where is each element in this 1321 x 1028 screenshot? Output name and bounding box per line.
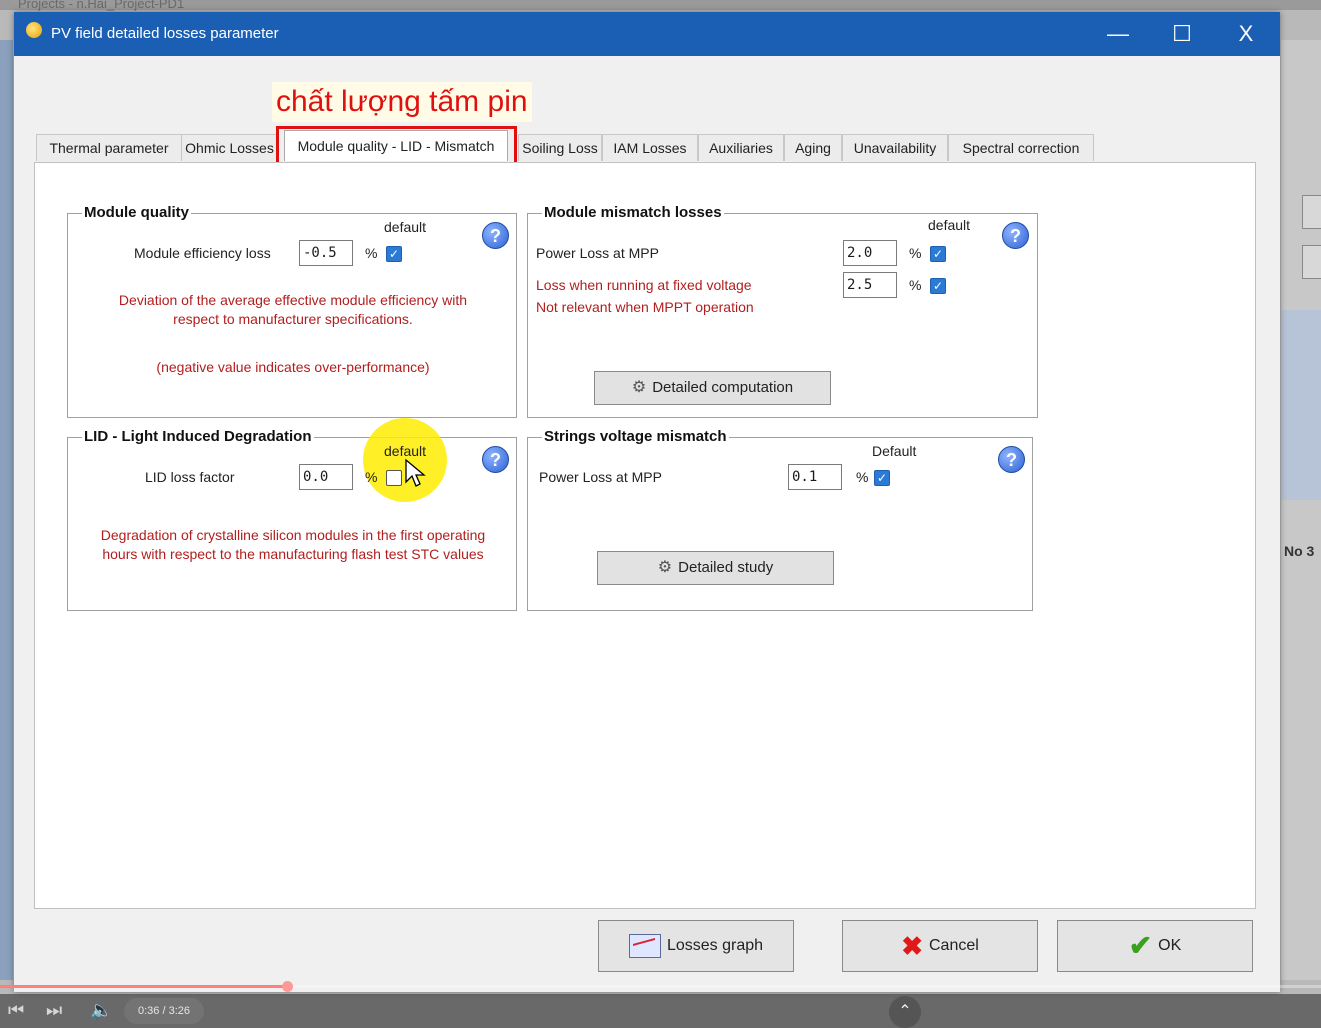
- module-mismatch-group: Module mismatch losses default ? Power L…: [527, 204, 1038, 418]
- background-right-box: [1281, 310, 1321, 500]
- background-left-strip: [0, 40, 13, 980]
- string-power-loss-input[interactable]: 0.1: [788, 464, 842, 490]
- cancel-label: Cancel: [928, 937, 979, 955]
- lid-title: LID - Light Induced Degradation: [82, 428, 314, 445]
- lid-note-line1: Degradation of crystalline silicon modul…: [100, 527, 486, 543]
- tab-ohmic-losses[interactable]: Ohmic Losses: [181, 134, 278, 161]
- graph-icon: [628, 933, 661, 958]
- efficiency-note: Deviation of the average effective modul…: [78, 291, 508, 329]
- check-icon: ✔: [1128, 930, 1153, 961]
- default-checkbox[interactable]: ✓: [874, 470, 890, 486]
- percent-label: %: [365, 245, 378, 261]
- video-time: 0:36 / 3:26: [124, 998, 204, 1024]
- percent-label: %: [365, 469, 378, 485]
- chevron-up-icon[interactable]: ⌃: [889, 996, 921, 1028]
- tab-unavailability[interactable]: Unavailability: [842, 134, 948, 161]
- fixed-voltage-label: Loss when running at fixed voltage: [536, 277, 752, 293]
- close-button[interactable]: X: [1231, 20, 1261, 48]
- tab-content-panel: Module quality default ? Module efficien…: [34, 162, 1256, 909]
- ok-label: OK: [1158, 937, 1182, 955]
- detailed-study-button[interactable]: ⚙ Detailed study: [597, 551, 834, 585]
- default-checkbox[interactable]: ✓: [930, 278, 946, 294]
- video-progress-handle[interactable]: [282, 981, 293, 992]
- default-label: default: [928, 217, 971, 233]
- background-topbar: [0, 0, 1321, 10]
- strings-mismatch-group: Strings voltage mismatch Default ? Power…: [527, 428, 1033, 611]
- power-loss-label: Power Loss at MPP: [536, 245, 659, 261]
- video-progress-fill: [0, 985, 288, 988]
- background-title: Projects - n.Hai_Project-PD1: [18, 0, 185, 11]
- percent-label: %: [909, 245, 922, 261]
- over-performance-note: (negative value indicates over-performan…: [156, 359, 430, 375]
- minimize-button[interactable]: —: [1103, 20, 1133, 48]
- tab-thermal-parameter[interactable]: Thermal parameter: [36, 134, 182, 161]
- module-quality-title: Module quality: [82, 204, 191, 221]
- default-checkbox[interactable]: [386, 470, 402, 486]
- default-checkbox[interactable]: ✓: [386, 246, 402, 262]
- not-relevant-label: Not relevant when MPPT operation: [536, 299, 754, 315]
- tab-auxiliaries[interactable]: Auxiliaries: [698, 134, 784, 161]
- volume-icon[interactable]: 🔈: [90, 1000, 112, 1021]
- annotation-label: chất lượng tấm pin: [272, 82, 532, 122]
- lid-factor-input[interactable]: 0.0: [299, 464, 353, 490]
- skip-forward-icon[interactable]: ⏭: [46, 1000, 62, 1021]
- strings-mismatch-title: Strings voltage mismatch: [542, 428, 729, 445]
- maximize-button[interactable]: ☐: [1167, 20, 1197, 48]
- detailed-computation-button[interactable]: ⚙ Detailed computation: [594, 371, 831, 405]
- tab-soiling-loss[interactable]: Soiling Loss: [518, 134, 602, 161]
- losses-graph-label: Losses graph: [666, 937, 764, 954]
- dialog-title: PV field detailed losses parameter: [51, 25, 279, 42]
- detailed-study-label: Detailed study: [678, 559, 774, 576]
- help-icon[interactable]: ?: [1002, 222, 1029, 249]
- default-label: Default: [872, 443, 917, 459]
- percent-label: %: [909, 277, 922, 293]
- background-right-panel: [1281, 40, 1321, 980]
- lid-factor-label: LID loss factor: [145, 469, 235, 485]
- fixed-voltage-input[interactable]: 2.5: [843, 272, 897, 298]
- cancel-button[interactable]: ✖ Cancel: [842, 920, 1038, 972]
- help-icon[interactable]: ?: [482, 222, 509, 249]
- lid-note: Degradation of crystalline silicon modul…: [76, 526, 510, 564]
- lid-group: LID - Light Induced Degradation default …: [67, 418, 517, 611]
- efficiency-note-line2: respect to manufacturer specifications.: [173, 311, 413, 327]
- gear-icon: ⚙: [657, 559, 673, 576]
- close-icon: ✖: [901, 931, 923, 961]
- dialog-titlebar: PV field detailed losses parameter — ☐ X: [14, 12, 1280, 56]
- efficiency-note-line1: Deviation of the average effective modul…: [118, 292, 468, 308]
- percent-label: %: [856, 469, 869, 485]
- losses-graph-button[interactable]: Losses graph: [598, 920, 794, 972]
- skip-back-icon[interactable]: ⏮: [8, 1000, 24, 1021]
- tab-spectral-correction[interactable]: Spectral correction: [948, 134, 1094, 161]
- mouse-cursor-icon: [405, 458, 426, 487]
- default-checkbox[interactable]: ✓: [930, 246, 946, 262]
- ok-button[interactable]: ✔ OK: [1057, 920, 1253, 972]
- default-label: default: [384, 219, 427, 235]
- tab-aging[interactable]: Aging: [784, 134, 842, 161]
- gear-icon: ⚙: [631, 379, 647, 396]
- help-icon[interactable]: ?: [482, 446, 509, 473]
- app-icon: [26, 22, 42, 38]
- lid-note-line2: hours with respect to the manufacturing …: [102, 546, 484, 562]
- default-label: default: [384, 443, 427, 459]
- module-mismatch-title: Module mismatch losses: [542, 204, 724, 221]
- power-loss-input[interactable]: 2.0: [843, 240, 897, 266]
- efficiency-loss-input[interactable]: -0.5: [299, 240, 353, 266]
- losses-dialog: PV field detailed losses parameter — ☐ X…: [14, 12, 1280, 992]
- module-quality-group: Module quality default ? Module efficien…: [67, 204, 517, 418]
- help-icon[interactable]: ?: [998, 446, 1025, 473]
- string-power-loss-label: Power Loss at MPP: [539, 469, 662, 485]
- tab-iam-losses[interactable]: IAM Losses: [602, 134, 698, 161]
- detailed-computation-label: Detailed computation: [652, 379, 794, 396]
- background-control: [1302, 195, 1321, 229]
- background-control: [1302, 245, 1321, 279]
- efficiency-loss-label: Module efficiency loss: [134, 245, 271, 261]
- background-label: No 3: [1284, 543, 1315, 559]
